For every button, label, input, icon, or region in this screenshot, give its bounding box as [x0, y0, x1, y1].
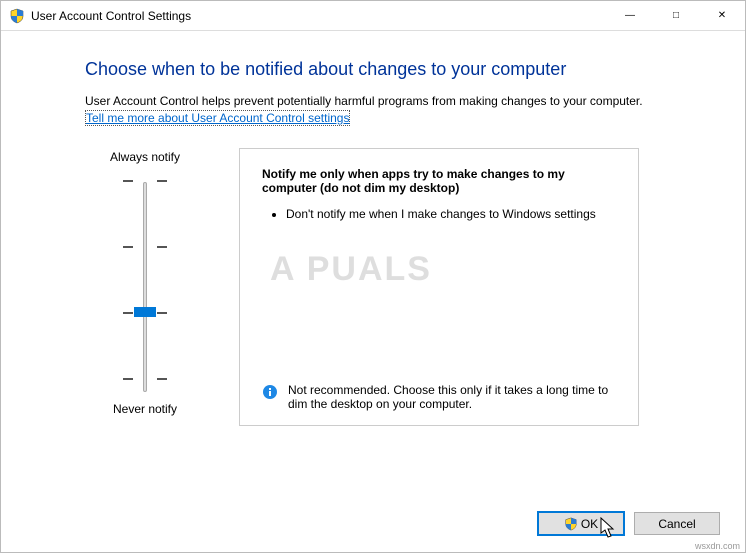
uac-shield-icon	[564, 517, 578, 531]
ok-label: OK	[581, 517, 598, 531]
button-row: OK Cancel	[538, 512, 720, 535]
info-bullets: Don't notify me when I make changes to W…	[262, 207, 618, 227]
content-area: Choose when to be notified about changes…	[1, 31, 745, 436]
page-subtext: User Account Control helps prevent poten…	[85, 94, 691, 108]
ok-button[interactable]: OK	[538, 512, 624, 535]
uac-shield-icon	[9, 8, 25, 24]
slider-top-label: Always notify	[85, 150, 205, 164]
window-controls: — □ ✕	[607, 1, 745, 31]
info-icon	[262, 384, 278, 400]
learn-more-link[interactable]: Tell me more about User Account Control …	[85, 110, 350, 126]
close-button[interactable]: ✕	[699, 1, 745, 31]
recommendation-text: Not recommended. Choose this only if it …	[288, 383, 618, 411]
slider-thumb[interactable]	[134, 307, 156, 317]
titlebar: User Account Control Settings — □ ✕	[1, 1, 745, 31]
info-bullet: Don't notify me when I make changes to W…	[286, 207, 618, 221]
window-title: User Account Control Settings	[31, 9, 607, 23]
recommendation-row: Not recommended. Choose this only if it …	[262, 383, 618, 411]
minimize-button[interactable]: —	[607, 1, 653, 31]
main-row: Always notify Never notify Notify me onl…	[85, 148, 691, 426]
attribution: wsxdn.com	[695, 541, 740, 551]
page-heading: Choose when to be notified about changes…	[85, 59, 691, 80]
slider-track	[143, 182, 147, 392]
slider-column: Always notify Never notify	[85, 148, 205, 426]
info-panel: Notify me only when apps try to make cha…	[239, 148, 639, 426]
maximize-button[interactable]: □	[653, 1, 699, 31]
info-title: Notify me only when apps try to make cha…	[262, 167, 618, 195]
slider-bottom-label: Never notify	[85, 402, 205, 416]
cancel-button[interactable]: Cancel	[634, 512, 720, 535]
slider-tick	[123, 180, 167, 181]
cancel-label: Cancel	[658, 517, 695, 531]
notification-slider[interactable]	[85, 174, 205, 400]
